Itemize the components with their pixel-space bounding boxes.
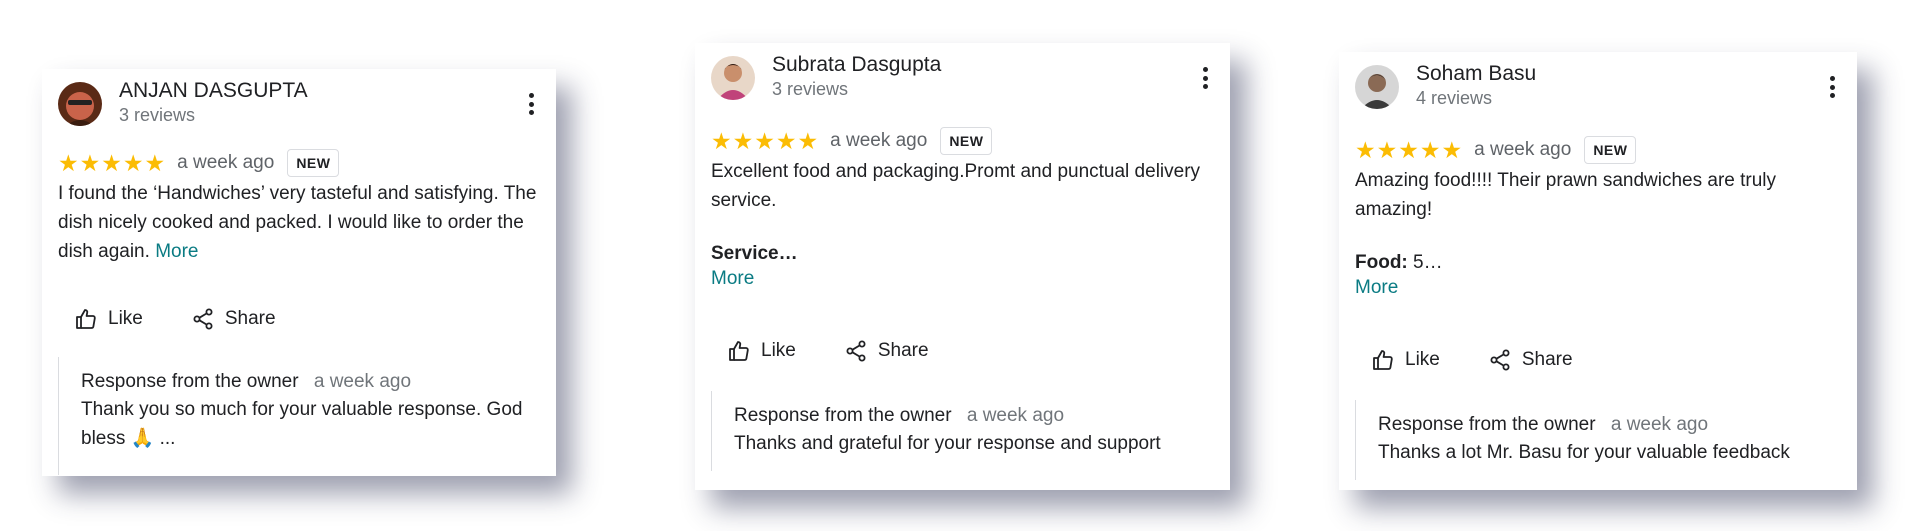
review-actions: Like Share [711,333,945,369]
reviewer-name[interactable]: Subrata Dasgupta [772,53,941,77]
share-label: Share [1521,349,1573,370]
review-card: ANJAN DASGUPTA 3 reviews ★ ★ ★ ★ ★ a wee… [42,69,556,476]
more-options-icon[interactable] [1202,67,1208,89]
new-badge: NEW [287,149,340,177]
response-text: Thank you so much for your valuable resp… [81,399,523,449]
star-icon: ★ [754,127,775,154]
like-button[interactable]: Like [1355,342,1456,378]
thumbs-up-icon [76,309,96,329]
more-link[interactable]: More [155,241,198,262]
thumbs-up-icon [1373,350,1393,370]
review-card: Soham Basu 4 reviews ★ ★ ★ ★ ★ a week ag… [1339,52,1857,490]
share-icon [193,308,213,330]
share-icon [846,340,866,362]
review-text: I found the ‘Handwiches’ very tasteful a… [58,179,538,266]
avatar[interactable] [1355,65,1399,109]
more-link[interactable]: More [711,266,1212,291]
star-icon: ★ [711,127,732,154]
more-link[interactable]: More [1355,275,1839,300]
like-button[interactable]: Like [711,333,812,369]
share-button[interactable]: Share [175,301,292,337]
like-label: Like [1405,349,1440,370]
review-card: Subrata Dasgupta 3 reviews ★ ★ ★ ★ ★ a w… [695,43,1230,490]
like-label: Like [108,308,143,329]
star-icon: ★ [1355,136,1376,163]
reviewer-review-count: 3 reviews [119,105,196,125]
avatar[interactable] [58,82,102,126]
rating-row: ★ ★ ★ ★ ★ a week ago NEW [711,127,993,155]
star-icon: ★ [58,149,79,176]
review-time: a week ago [177,152,275,173]
star-icon: ★ [1419,136,1441,163]
review-aspect: Food: 5… [1355,250,1839,275]
review-time: a week ago [1474,139,1572,160]
share-label: Share [877,340,929,361]
review-actions: Like Share [1355,342,1589,378]
review-header: Soham Basu 4 reviews [1355,62,1857,118]
more-options-icon[interactable] [528,93,534,115]
owner-response: Response from the owner a week ago Thank… [1355,400,1841,480]
response-text: Thanks a lot Mr. Basu for your valuable … [1378,442,1790,463]
review-text-body: Excellent food and packaging.Promt and p… [711,161,1201,211]
response-text: Thanks and grateful for your response an… [734,433,1161,454]
like-button[interactable]: Like [58,301,159,337]
star-rating: ★ ★ ★ ★ ★ [1355,136,1463,163]
star-icon: ★ [122,149,144,176]
share-icon [1490,349,1510,371]
star-icon: ★ [101,149,122,176]
review-aspect: Service… [711,243,798,264]
review-header: Subrata Dasgupta 3 reviews [711,53,1230,109]
share-button[interactable]: Share [1472,342,1589,378]
star-icon: ★ [1441,136,1463,163]
owner-response: Response from the owner a week ago Thank… [58,357,540,475]
like-label: Like [761,340,796,361]
response-label: Response from the owner [1378,414,1596,435]
star-icon: ★ [775,127,797,154]
star-icon: ★ [1376,136,1398,163]
star-icon: ★ [1398,136,1419,163]
review-text: Excellent food and packaging.Promt and p… [711,157,1212,291]
star-icon: ★ [79,149,101,176]
reviewer-name[interactable]: ANJAN DASGUPTA [119,79,308,103]
response-label: Response from the owner [81,371,299,392]
owner-response: Response from the owner a week ago Thank… [711,391,1214,471]
review-aspect-label: Food: [1355,252,1408,273]
star-icon: ★ [797,127,819,154]
rating-row: ★ ★ ★ ★ ★ a week ago NEW [58,149,340,177]
reviewer-review-count: 4 reviews [1416,88,1493,108]
new-badge: NEW [940,127,993,155]
rating-row: ★ ★ ★ ★ ★ a week ago NEW [1355,136,1637,164]
review-header: ANJAN DASGUPTA 3 reviews [58,79,556,135]
response-time: a week ago [1610,414,1709,435]
reviewer-name[interactable]: Soham Basu [1416,62,1536,86]
reviewer-review-count: 3 reviews [772,79,849,99]
review-aspect-value: 5… [1407,252,1443,273]
response-time: a week ago [313,371,412,392]
star-rating: ★ ★ ★ ★ ★ [711,127,819,154]
star-rating: ★ ★ ★ ★ ★ [58,149,166,176]
share-button[interactable]: Share [828,333,945,369]
star-icon: ★ [732,127,754,154]
review-text: Amazing food!!!! Their prawn sandwiches … [1355,166,1839,300]
response-time: a week ago [966,405,1065,426]
thumbs-up-icon [729,341,749,361]
star-icon: ★ [144,149,166,176]
review-text-body: I found the ‘Handwiches’ very tasteful a… [58,183,537,262]
review-actions: Like Share [58,301,292,337]
new-badge: NEW [1584,136,1637,164]
review-text-body: Amazing food!!!! Their prawn sandwiches … [1355,170,1777,220]
avatar[interactable] [711,56,755,100]
response-label: Response from the owner [734,405,952,426]
more-options-icon[interactable] [1829,76,1835,98]
review-time: a week ago [830,130,928,151]
share-label: Share [224,308,276,329]
